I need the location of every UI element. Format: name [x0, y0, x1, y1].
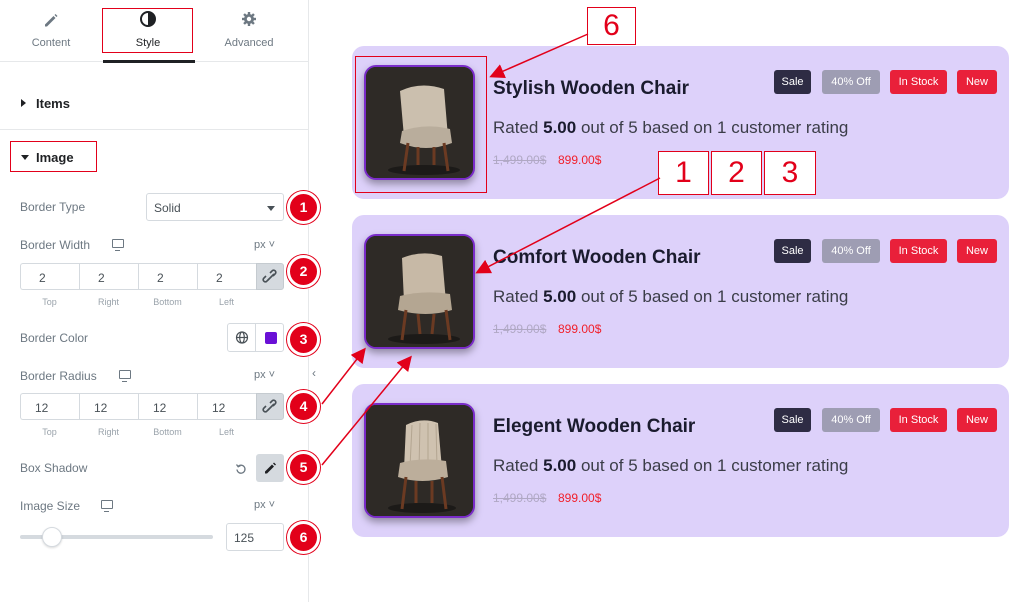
dim-label-top: Top	[42, 427, 57, 437]
callout-badge: 2	[287, 255, 320, 288]
image-size-slider-handle[interactable]	[42, 527, 62, 547]
border-type-label: Border Type	[20, 200, 86, 214]
pencil-icon	[265, 462, 276, 474]
dim-label-top: Top	[42, 297, 57, 307]
product-rating: Rated 5.00 out of 5 based on 1 customer …	[493, 456, 849, 475]
border-radius-bottom-input[interactable]: 12	[138, 393, 197, 420]
product-new-price: 899.00$	[558, 322, 602, 336]
dim-label-left: Left	[218, 297, 234, 307]
responsive-monitor-icon[interactable]	[101, 500, 113, 512]
sale-badge: Sale	[774, 70, 811, 94]
callout-badge: 4	[287, 390, 320, 423]
discount-badge: 40% Off	[822, 408, 880, 432]
border-color-swatch[interactable]	[265, 332, 277, 344]
border-color-control	[227, 323, 284, 352]
dim-label-right: Right	[97, 297, 119, 307]
border-color-label: Border Color	[20, 331, 89, 345]
globe-icon[interactable]	[228, 324, 256, 351]
stock-badge: In Stock	[890, 239, 947, 263]
sale-badge: Sale	[774, 239, 811, 263]
box-shadow-label: Box Shadow	[20, 461, 88, 475]
responsive-monitor-icon[interactable]	[112, 239, 124, 251]
image-size-input[interactable]: 125	[226, 523, 284, 551]
callout-badge: 3	[287, 323, 320, 356]
section-items-toggle[interactable]: Items	[0, 82, 309, 130]
annotation-number: 3	[764, 151, 816, 195]
tab-content-label: Content	[31, 37, 71, 49]
callout-badge: 1	[287, 191, 320, 224]
border-width-right-input[interactable]: 2	[79, 263, 138, 290]
dim-label-left: Left	[218, 427, 234, 437]
reset-icon[interactable]	[235, 462, 247, 474]
chair-image	[366, 405, 473, 516]
dim-label-right: Right	[97, 427, 119, 437]
border-type-select[interactable]: Solid	[146, 193, 284, 221]
chevron-down-icon	[267, 206, 275, 211]
annotation-number: 6	[587, 7, 636, 45]
border-radius-unit[interactable]: px ˅	[254, 369, 275, 381]
caret-right-icon	[21, 99, 26, 107]
pencil-icon	[18, 11, 84, 29]
product-old-price: 1,499.00$	[493, 491, 547, 505]
product-rating: Rated 5.00 out of 5 based on 1 customer …	[493, 287, 849, 306]
new-badge: New	[957, 408, 997, 432]
box-shadow-edit-button[interactable]	[256, 454, 284, 482]
style-tab-highlight	[102, 8, 193, 53]
product-title[interactable]: Comfort Wooden Chair	[493, 247, 701, 269]
discount-badge: 40% Off	[822, 70, 880, 94]
link-icon	[262, 269, 277, 283]
tab-advanced-label: Advanced	[224, 37, 274, 49]
product-image[interactable]	[364, 403, 475, 518]
section-items-label: Items	[36, 96, 70, 111]
image-size-unit[interactable]: px ˅	[254, 499, 275, 511]
border-radius-left-input[interactable]: 12	[197, 393, 256, 420]
border-width-left-input[interactable]: 2	[197, 263, 256, 290]
product-new-price: 899.00$	[558, 491, 602, 505]
gear-icon	[208, 11, 290, 29]
border-width-bottom-input[interactable]: 2	[138, 263, 197, 290]
sale-badge: Sale	[774, 408, 811, 432]
border-width-label: Border Width	[20, 238, 91, 252]
border-radius-dimensions: 12 12 12 12 Top Right Bottom Left	[20, 393, 284, 437]
new-badge: New	[957, 70, 997, 94]
link-values-button[interactable]	[256, 263, 284, 290]
discount-badge: 40% Off	[822, 239, 880, 263]
callout-badge: 5	[287, 451, 320, 484]
image-section-highlight	[10, 141, 97, 172]
border-width-top-input[interactable]: 2	[20, 263, 79, 290]
border-radius-top-input[interactable]: 12	[20, 393, 79, 420]
border-radius-right-input[interactable]: 12	[79, 393, 138, 420]
border-width-unit[interactable]: px ˅	[254, 239, 275, 251]
link-icon	[262, 399, 277, 413]
border-type-value: Solid	[154, 201, 181, 215]
product-card[interactable]: Comfort Wooden Chair Rated 5.00 out of 5…	[352, 215, 1009, 368]
stock-badge: In Stock	[890, 408, 947, 432]
product-title[interactable]: Elegent Wooden Chair	[493, 416, 695, 438]
tab-content[interactable]: Content	[18, 0, 84, 60]
dim-label-bottom: Bottom	[153, 427, 182, 437]
product-image[interactable]	[364, 234, 475, 349]
product-rating: Rated 5.00 out of 5 based on 1 customer …	[493, 118, 849, 137]
annotation-number: 2	[711, 151, 762, 195]
annotation-number: 1	[658, 151, 709, 195]
image-highlight-box	[355, 56, 487, 193]
chair-image	[366, 236, 473, 347]
product-old-price: 1,499.00$	[493, 322, 547, 336]
tab-advanced[interactable]: Advanced	[208, 0, 290, 60]
image-size-label: Image Size	[20, 499, 81, 513]
callout-badge: 6	[287, 521, 320, 554]
dim-label-bottom: Bottom	[153, 297, 182, 307]
product-card[interactable]: Elegent Wooden Chair Rated 5.00 out of 5…	[352, 384, 1009, 537]
new-badge: New	[957, 239, 997, 263]
stock-badge: In Stock	[890, 70, 947, 94]
responsive-monitor-icon[interactable]	[119, 370, 131, 382]
product-title[interactable]: Stylish Wooden Chair	[493, 78, 689, 100]
collapse-panel-icon[interactable]: ‹	[312, 366, 320, 380]
product-old-price: 1,499.00$	[493, 153, 547, 167]
border-width-dimensions: 2 2 2 2 Top Right Bottom Left	[20, 263, 284, 307]
style-panel: Content Style Advanced Items Image Borde…	[0, 0, 316, 602]
product-new-price: 899.00$	[558, 153, 602, 167]
border-radius-label: Border Radius	[20, 369, 97, 383]
link-values-button[interactable]	[256, 393, 284, 420]
